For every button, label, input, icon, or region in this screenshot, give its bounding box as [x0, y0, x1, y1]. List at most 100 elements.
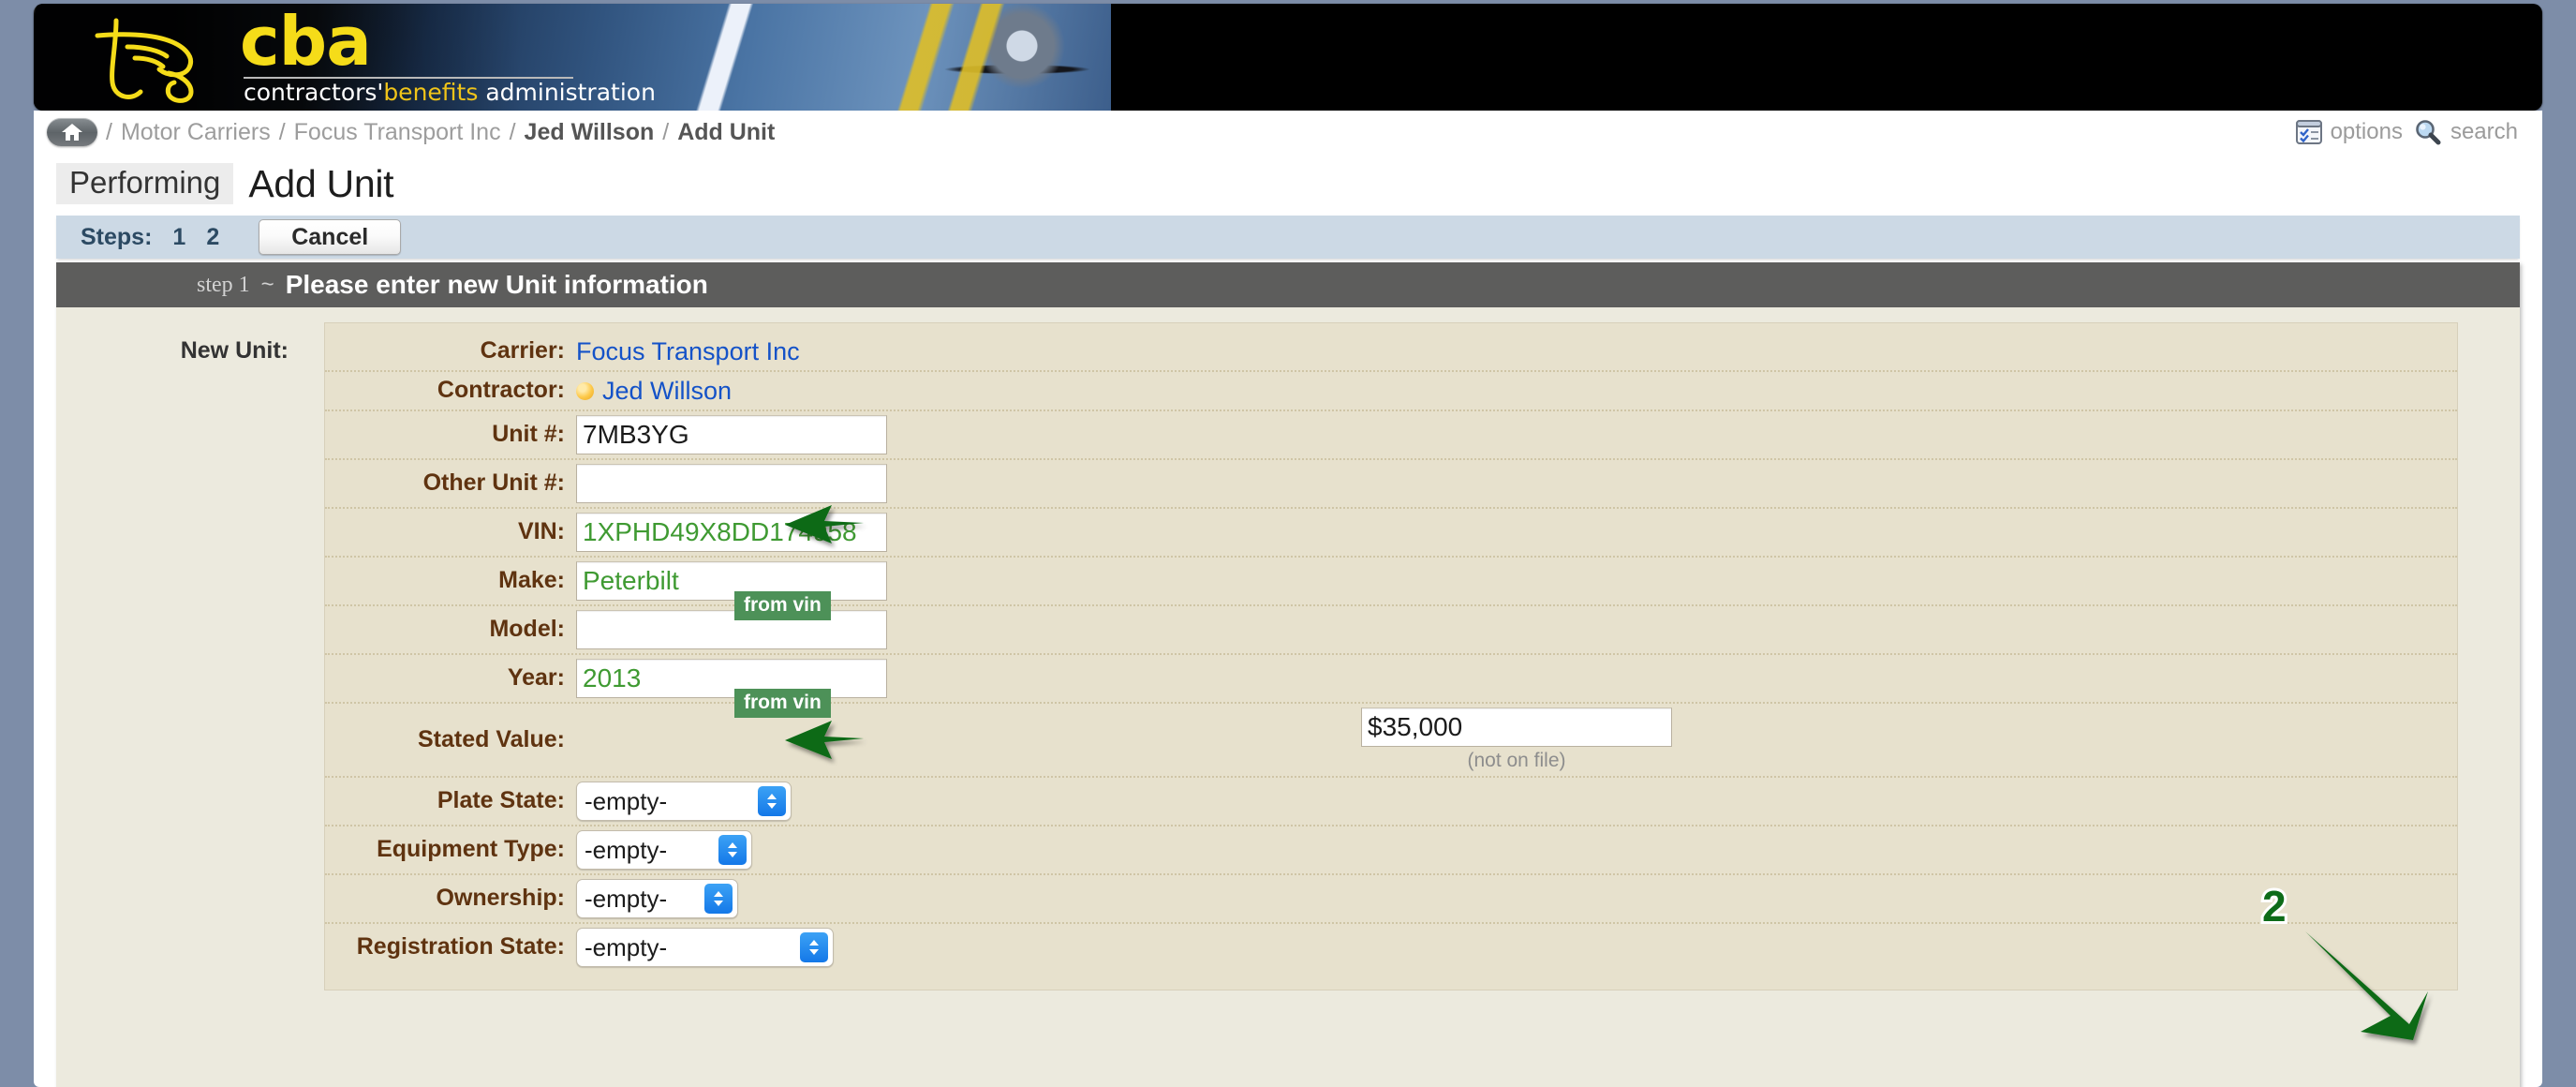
- title-row: Performing Add Unit: [34, 154, 2542, 214]
- make-input[interactable]: Peterbilt: [576, 561, 887, 601]
- cba-swirl-logo-icon: [95, 18, 194, 103]
- other-unit-number-value: [576, 464, 2457, 503]
- plate-state-selected: -empty-: [585, 786, 668, 815]
- registration-state-selected: -empty-: [585, 932, 668, 961]
- form-row-unit-number: Unit #: 7MB3YG: [325, 411, 2457, 460]
- carrier-label: Carrier:: [480, 337, 565, 365]
- content-panel: step 1 ~ Please enter new Unit informati…: [56, 262, 2520, 1087]
- page-sheet: / Motor Carriers / Focus Transport Inc /…: [34, 111, 2542, 1087]
- bottom-status-text: [66, 1080, 70, 1087]
- vin-label: VIN:: [518, 518, 565, 545]
- contractor-value: Jed Willson: [576, 377, 2457, 406]
- steps-bar: Steps: 1 2 Cancel: [56, 216, 2520, 259]
- year-value: 2013: [576, 659, 2457, 698]
- breadcrumb-item-jed-willson[interactable]: Jed Willson: [525, 119, 655, 146]
- breadcrumb-item-motor-carriers[interactable]: Motor Carriers: [121, 119, 271, 146]
- carrier-value: Focus Transport Inc: [576, 337, 2457, 366]
- tagline-part-2: administration: [485, 79, 656, 106]
- brand-logo[interactable]: cba contractors'benefits administration: [79, 4, 656, 107]
- step-header-title: Please enter new Unit information: [285, 270, 708, 299]
- form-row-carrier: Carrier: Focus Transport Inc: [325, 333, 2457, 372]
- other-unit-number-input[interactable]: [576, 464, 887, 503]
- form-row-other-unit-number: Other Unit #:: [325, 460, 2457, 509]
- form-row-vin: VIN: 1XPHD49X8DD174958: [325, 509, 2457, 558]
- model-input[interactable]: [576, 610, 887, 649]
- form-row-stated-value: Stated Value: $35,000 (not on file): [325, 704, 2457, 778]
- model-label: Model:: [489, 616, 565, 643]
- plate-state-select[interactable]: -empty-: [576, 782, 792, 821]
- chevron-updown-icon: [718, 835, 747, 865]
- vin-value: 1XPHD49X8DD174958: [576, 513, 2457, 552]
- year-input[interactable]: 2013: [576, 659, 887, 698]
- registration-state-label: Registration State:: [356, 933, 565, 960]
- equipment-type-select[interactable]: -empty-: [576, 830, 752, 870]
- options-button[interactable]: options: [2295, 119, 2403, 145]
- stated-value-hint: (not on file): [1467, 750, 1566, 771]
- breadcrumb-tools: options search: [2295, 119, 2518, 145]
- unit-number-input[interactable]: 7MB3YG: [576, 415, 887, 454]
- search-button[interactable]: search: [2414, 119, 2518, 145]
- step-link-2[interactable]: 2: [206, 224, 219, 251]
- equipment-type-value: -empty-: [576, 830, 2457, 870]
- step-header: step 1 ~ Please enter new Unit informati…: [56, 262, 2520, 307]
- unit-number-label: Unit #:: [492, 421, 565, 448]
- logo-wordmark: cba: [240, 4, 372, 81]
- equipment-type-label: Equipment Type:: [377, 836, 565, 863]
- ownership-selected: -empty-: [585, 884, 668, 913]
- options-checklist-icon: [2295, 120, 2322, 144]
- contractor-link[interactable]: Jed Willson: [602, 377, 732, 406]
- step-header-tilde: ~: [260, 272, 274, 297]
- steps-label: Steps:: [81, 223, 153, 250]
- breadcrumb-separator-2: /: [509, 118, 516, 145]
- step-link-1[interactable]: 1: [172, 224, 185, 251]
- registration-state-select[interactable]: -empty-: [576, 928, 834, 967]
- options-label: options: [2330, 119, 2403, 144]
- model-value: [576, 610, 2457, 649]
- panel-body: New Unit: Carrier: Focus Transport Inc C…: [56, 307, 2520, 990]
- registration-state-value: -empty-: [576, 928, 2457, 967]
- breadcrumb-separator-0: /: [106, 118, 112, 145]
- form-row-registration-state: Registration State: -empty-: [325, 924, 2457, 971]
- performing-pill: Performing: [56, 162, 234, 205]
- form-row-make: Make: Peterbilt from vin: [325, 558, 2457, 620]
- home-icon: [62, 124, 82, 141]
- plate-state-label: Plate State:: [437, 787, 565, 814]
- make-value: Peterbilt: [576, 561, 2457, 601]
- form-row-year: Year: 2013 from vin: [325, 655, 2457, 718]
- chevron-updown-icon: [800, 932, 828, 962]
- breadcrumb-item-add-unit[interactable]: Add Unit: [677, 119, 775, 146]
- form-row-plate-state: Plate State: -empty-: [325, 778, 2457, 826]
- new-unit-section-label: New Unit:: [180, 337, 289, 364]
- ownership-label: Ownership:: [436, 885, 565, 912]
- logo-tagline: contractors'benefits administration: [244, 79, 656, 106]
- breadcrumb-item-focus-transport-inc[interactable]: Focus Transport Inc: [294, 119, 501, 146]
- ownership-select[interactable]: -empty-: [576, 879, 738, 918]
- search-label: search: [2450, 119, 2518, 144]
- form-row-equipment-type: Equipment Type: -empty-: [325, 826, 2457, 875]
- status-dot-icon: [576, 381, 594, 400]
- stated-value-label: Stated Value:: [418, 725, 565, 752]
- search-magnifier-icon: [2416, 120, 2441, 145]
- tagline-highlight: benefits: [383, 79, 479, 106]
- ownership-value: -empty-: [576, 879, 2457, 918]
- from-vin-badge-year: from vin: [734, 689, 831, 718]
- step-header-step: step 1: [197, 272, 250, 297]
- other-unit-number-label: Other Unit #:: [422, 469, 565, 497]
- section-label-column: New Unit:: [56, 322, 307, 990]
- equipment-type-selected: -empty-: [585, 835, 668, 864]
- stated-value-input[interactable]: $35,000: [1361, 707, 1672, 747]
- page-root: cba contractors'benefits administration …: [0, 0, 2576, 1087]
- chevron-updown-icon: [758, 786, 786, 816]
- chevron-updown-icon: [704, 884, 733, 914]
- home-button[interactable]: [47, 118, 97, 146]
- carrier-link[interactable]: Focus Transport Inc: [576, 337, 800, 366]
- unit-form: Carrier: Focus Transport Inc Contractor:…: [324, 322, 2458, 990]
- vin-input[interactable]: 1XPHD49X8DD174958: [576, 513, 887, 552]
- annotation-step-2-number: 2: [2259, 879, 2289, 933]
- cancel-button[interactable]: Cancel: [259, 219, 402, 255]
- make-label: Make:: [498, 567, 565, 594]
- plate-state-value: -empty-: [576, 782, 2457, 821]
- form-row-model: Model:: [325, 606, 2457, 655]
- tagline-part-1: contractors': [244, 79, 384, 106]
- form-row-ownership: Ownership: -empty-: [325, 875, 2457, 924]
